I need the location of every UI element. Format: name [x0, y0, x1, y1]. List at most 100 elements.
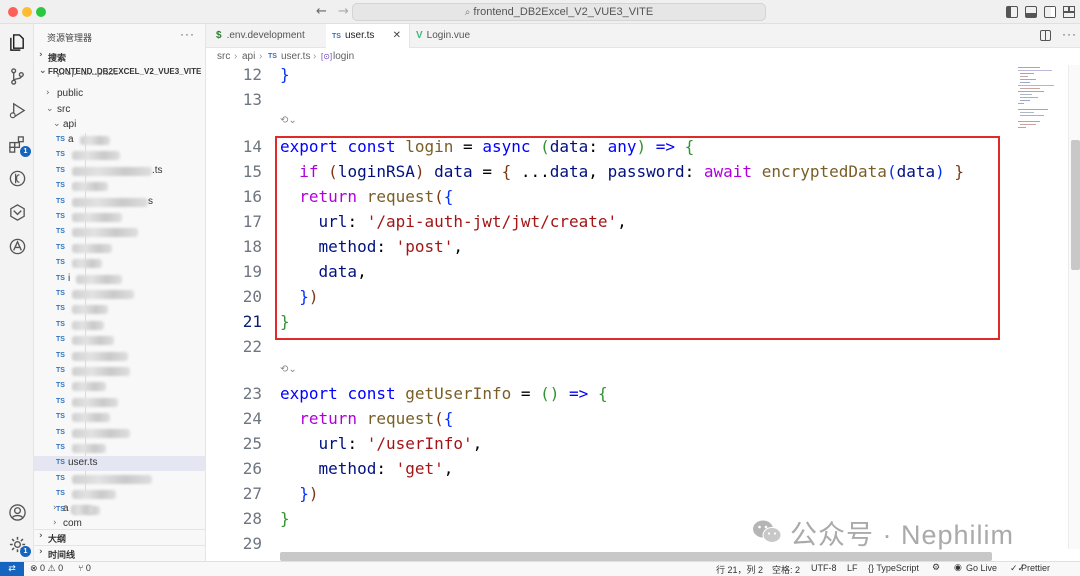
problems-indicator[interactable]: ⊗ 0 ⚠ 0: [30, 563, 63, 574]
tree-file[interactable]: TS: [34, 395, 205, 410]
outline-section-header[interactable]: › 大纲: [34, 529, 205, 545]
back-arrow-icon[interactable]: ←: [316, 4, 327, 19]
tree-file[interactable]: TS: [34, 210, 205, 225]
code-line[interactable]: 25 url: '/userInfo',: [206, 431, 1014, 456]
tree-file[interactable]: TS: [34, 487, 205, 502]
end-of-line[interactable]: LF: [847, 563, 858, 573]
tree-file[interactable]: TS: [34, 256, 205, 271]
ports-indicator[interactable]: ⑂ 0: [78, 563, 91, 573]
chevron-right-icon: ›: [53, 503, 57, 513]
go-live-button[interactable]: Go Live: [966, 563, 997, 573]
breadcrumb-user-ts[interactable]: user.ts: [281, 48, 310, 65]
typescript-file-icon: TS: [56, 475, 65, 482]
tree-folder-a[interactable]: › a: [34, 502, 205, 517]
tree-file[interactable]: TS: [34, 241, 205, 256]
tree-file[interactable]: TS: [34, 410, 205, 425]
forward-arrow-icon[interactable]: →: [338, 4, 349, 19]
blurred-name: [72, 182, 108, 191]
highlight-box: [275, 136, 1000, 340]
code-line[interactable]: 26 method: 'get',: [206, 456, 1014, 481]
line-number: 23: [242, 384, 262, 403]
codelens-icon[interactable]: ⟲⌄: [280, 364, 297, 378]
copilot-icon[interactable]: ⚙: [932, 563, 940, 573]
tree-file[interactable]: TS: [34, 287, 205, 302]
tree-file[interactable]: TS a: [34, 133, 205, 148]
tree-file[interactable]: TS: [34, 472, 205, 487]
tab-user-ts[interactable]: TS user.ts ✕: [326, 24, 410, 48]
blurred-name: [72, 305, 108, 314]
tree-file[interactable]: TS: [34, 349, 205, 364]
line-number: 20: [242, 287, 262, 306]
indentation[interactable]: 空格: 2: [772, 563, 800, 576]
tree-file[interactable]: TS: [34, 441, 205, 456]
horizontal-scrollbar[interactable]: [280, 552, 992, 561]
code-line[interactable]: 27 }): [206, 481, 1014, 506]
toggle-panel-icon[interactable]: [1025, 6, 1037, 18]
tree-file[interactable]: TS: [34, 333, 205, 348]
breadcrumb-src[interactable]: src: [217, 48, 230, 65]
tree-file[interactable]: TS .ts: [34, 164, 205, 179]
toggle-secondary-sidebar-icon[interactable]: [1044, 6, 1056, 18]
maximize-window-button[interactable]: [36, 7, 46, 17]
tree-file[interactable]: TS: [34, 379, 205, 394]
tree-file[interactable]: TS i: [34, 272, 205, 287]
remote-explorer-icon[interactable]: [7, 168, 27, 188]
gitlens-icon[interactable]: [7, 202, 27, 222]
blurred-name: [72, 228, 138, 237]
typescript-file-icon: TS: [56, 228, 65, 235]
minimap[interactable]: [1014, 65, 1064, 549]
editor-more-icon[interactable]: ···: [1062, 27, 1077, 41]
run-debug-icon[interactable]: [7, 100, 27, 120]
blurred-name: [72, 429, 130, 438]
explorer-icon[interactable]: [7, 32, 27, 52]
tab-env-development[interactable]: $ .env.development: [216, 24, 326, 48]
sidebar-more-button[interactable]: ···: [180, 27, 195, 41]
tree-file[interactable]: TS: [34, 318, 205, 333]
code-text: method: 'get',: [318, 459, 454, 478]
close-window-button[interactable]: [8, 7, 18, 17]
code-line[interactable]: 23 export const getUserInfo = () => {: [206, 381, 1014, 406]
source-control-icon[interactable]: [7, 66, 27, 86]
code-line[interactable]: 12}: [206, 65, 1014, 87]
code-line[interactable]: 13: [206, 87, 1014, 112]
minimize-window-button[interactable]: [22, 7, 32, 17]
tree-file[interactable]: TS: [34, 225, 205, 240]
search-section-header[interactable]: › 搜索: [34, 49, 205, 65]
split-editor-icon[interactable]: [1040, 30, 1051, 41]
tree-item-prop-template[interactable]: prop-template: [34, 73, 205, 83]
cursor-position[interactable]: 行 21，列 2: [716, 563, 763, 576]
settings-gear-icon[interactable]: 1: [7, 534, 31, 557]
language-mode[interactable]: {} TypeScript: [868, 563, 919, 573]
code-line[interactable]: 24 return request({: [206, 406, 1014, 431]
close-tab-icon[interactable]: ✕: [393, 24, 401, 48]
account-icon[interactable]: [7, 502, 27, 522]
vertical-scrollbar[interactable]: [1068, 65, 1080, 549]
prettier-status[interactable]: Prettier: [1021, 563, 1050, 573]
scrollbar-thumb[interactable]: [1071, 140, 1080, 270]
toggle-sidebar-icon[interactable]: [1006, 6, 1018, 18]
timeline-section-header[interactable]: › 时间线: [34, 545, 205, 561]
tree-file[interactable]: TS: [34, 364, 205, 379]
tree-file[interactable]: TS s: [34, 195, 205, 210]
tree-folder-public[interactable]: › public: [34, 87, 205, 102]
tree-folder-src[interactable]: ⌄ src: [34, 103, 205, 118]
tree-file-user-ts[interactable]: TS user.ts: [34, 456, 205, 471]
breadcrumb-api[interactable]: api: [242, 48, 255, 65]
remote-indicator[interactable]: ⇄: [0, 562, 24, 576]
file-label: a: [68, 134, 74, 145]
extensions-icon[interactable]: 1: [7, 134, 31, 157]
tab-login-vue[interactable]: V Login.vue: [416, 24, 506, 48]
breadcrumb-login[interactable]: login: [333, 48, 354, 65]
codelens-icon[interactable]: ⟲⌄: [280, 115, 297, 129]
tree-file[interactable]: TS: [34, 302, 205, 317]
tree-file[interactable]: TS: [34, 426, 205, 441]
tree-folder-api[interactable]: ⌄ api: [34, 118, 205, 133]
tree-file[interactable]: TS: [34, 148, 205, 163]
tree-file[interactable]: TS: [34, 179, 205, 194]
customize-layout-icon[interactable]: [1063, 6, 1075, 18]
encoding[interactable]: UTF-8: [811, 563, 837, 573]
chevron-right-icon: ›: [53, 518, 57, 528]
codegeex-icon[interactable]: [7, 236, 27, 256]
command-center[interactable]: ⌕ frontend_DB2Excel_V2_VUE3_VITE: [352, 3, 766, 21]
blurred-name: [72, 382, 106, 391]
